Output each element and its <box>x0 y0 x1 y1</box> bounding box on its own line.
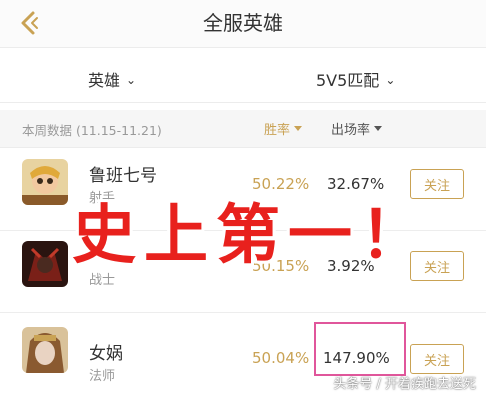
category-filter-label: 英雄 <box>88 71 121 90</box>
hero-name: 鲁班七号 <box>89 166 157 186</box>
category-filter[interactable]: 英雄 ⌄ <box>88 67 136 91</box>
hero-avatar <box>22 241 68 287</box>
chevron-down-icon: ⌄ <box>385 73 396 87</box>
sort-win-rate[interactable]: 胜率 <box>264 119 303 138</box>
period-label: 本周数据 (11.15-11.21) <box>22 123 162 138</box>
page-title: 全服英雄 <box>203 11 283 35</box>
hero-avatar <box>22 327 68 373</box>
watermark: 头条号 / 开着疾跑去送死 <box>333 377 476 392</box>
top-bar: 全服英雄 <box>0 0 486 48</box>
overlay-caption: 史上第一！ <box>72 199 432 273</box>
mode-filter-label: 5V5匹配 <box>316 71 380 90</box>
sort-down-icon <box>294 126 303 131</box>
mode-filter[interactable]: 5V5匹配 ⌄ <box>316 67 395 91</box>
filter-bar: 英雄 ⌄ 5V5匹配 ⌄ <box>0 57 486 103</box>
highlight-box <box>314 322 406 376</box>
stats-header: 本周数据 (11.15-11.21) 胜率 出场率 <box>0 110 486 148</box>
hero-avatar <box>22 159 68 205</box>
pick-rate-header: 出场率 <box>331 123 371 138</box>
win-rate-header: 胜率 <box>264 123 291 138</box>
hero-win-rate: 50.04% <box>252 349 310 367</box>
hero-role: 法师 <box>89 369 116 384</box>
sort-down-icon <box>374 126 383 131</box>
sort-pick-rate[interactable]: 出场率 <box>331 119 383 138</box>
hero-name: 女娲 <box>89 344 123 364</box>
follow-button[interactable]: 关注 <box>410 344 464 374</box>
chevron-down-icon: ⌄ <box>126 73 137 87</box>
